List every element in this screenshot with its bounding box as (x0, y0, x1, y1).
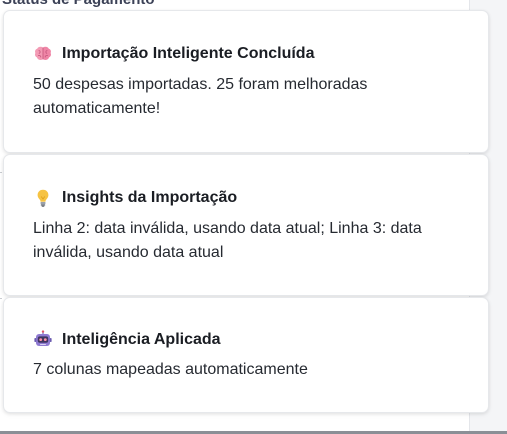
robot-icon (33, 330, 53, 350)
toast-title-row: Insights da Importação (33, 187, 472, 209)
background-section-heading: Status de Pagamento (2, 0, 155, 8)
toast-notification[interactable]: Insights da Importação Linha 2: data inv… (3, 154, 489, 296)
toast-title: Importação Inteligente Concluída (62, 45, 315, 62)
toast-title: Inteligência Aplicada (62, 331, 221, 348)
toast-title: Insights da Importação (62, 189, 238, 206)
toast-notification[interactable]: Importação Inteligente Concluída 50 desp… (3, 10, 489, 153)
toast-notification[interactable]: Inteligência Aplicada 7 colunas mapeadas… (3, 297, 489, 413)
toast-message: 50 despesas importadas. 25 foram melhora… (33, 76, 368, 117)
lightbulb-icon (33, 188, 53, 208)
toast-message: 7 colunas mapeadas automaticamente (33, 361, 308, 378)
toast-message: Linha 2: data inválida, usando data atua… (33, 220, 422, 261)
toast-title-row: Importação Inteligente Concluída (33, 43, 472, 65)
background-divider (0, 172, 2, 173)
screen: Status de Pagamento Importação Inteligen… (0, 0, 507, 434)
brain-icon (33, 44, 53, 64)
toast-title-row: Inteligência Aplicada (33, 329, 472, 351)
background-divider (0, 298, 2, 299)
